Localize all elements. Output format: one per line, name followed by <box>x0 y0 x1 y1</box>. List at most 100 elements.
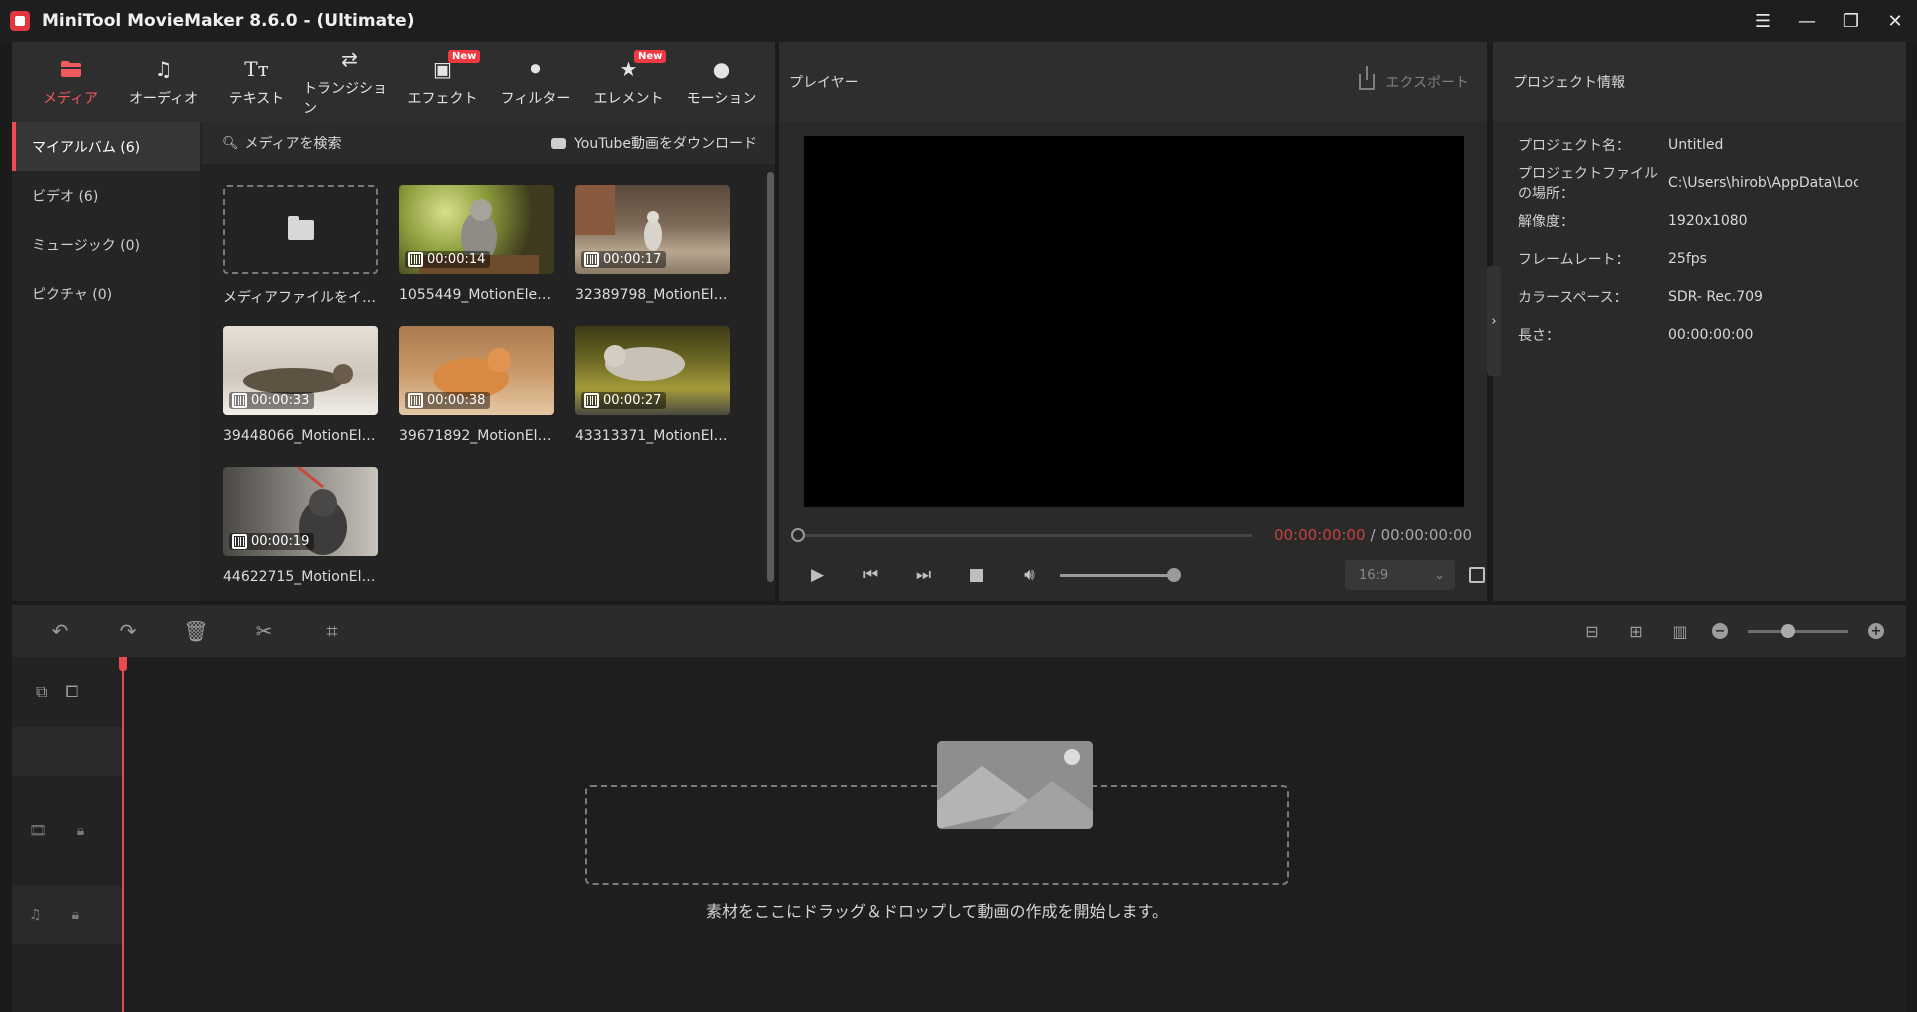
timeline-area[interactable]: ⧉ ⧠ 🎞︎ 🔒︎ ♫ 🔒︎ 素材をここにドラッグ＆ドロップして動画の作成を開始… <box>12 657 1906 1012</box>
info-value: 25fps <box>1668 251 1707 267</box>
toolbar-text[interactable]: Tт テキスト <box>210 42 303 122</box>
clip-duration: 00:00:33 <box>229 392 315 409</box>
toolbar-effect[interactable]: ▣ New エフェクト <box>396 42 489 122</box>
film-icon <box>232 534 247 549</box>
sidebar-item-music[interactable]: ミュージック (0) <box>12 220 200 269</box>
sidebar-item-video[interactable]: ビデオ (6) <box>12 171 200 220</box>
toolbar-audio[interactable]: ♫ オーディオ <box>117 42 210 122</box>
add-track-icon[interactable]: ⧉ <box>36 682 47 702</box>
media-clip[interactable]: 00:00:19 44622715_MotionEle... <box>223 467 378 585</box>
sidebar-item-picture[interactable]: ピクチャ (0) <box>12 269 200 318</box>
audio-track-header: ♫ 🔒︎ <box>12 886 122 944</box>
progress-slider[interactable] <box>791 527 1252 542</box>
import-box[interactable] <box>223 185 378 274</box>
collapse-panel-button[interactable]: › <box>1487 266 1501 376</box>
aspect-ratio-select[interactable]: 16:9 ⌄ <box>1345 560 1455 590</box>
film-icon <box>232 393 247 408</box>
maximize-icon[interactable]: ❐ <box>1829 0 1873 42</box>
video-track-header: 🎞︎ 🔒︎ <box>12 776 122 886</box>
close-icon[interactable]: ✕ <box>1873 0 1917 42</box>
video-preview[interactable] <box>804 136 1464 507</box>
minimize-icon[interactable]: — <box>1785 0 1829 42</box>
film-icon <box>584 252 599 267</box>
info-label: 解像度： <box>1518 214 1574 230</box>
split-icon[interactable]: ✂ <box>230 605 298 657</box>
clip-name: 1055449_MotionElem... <box>399 287 554 303</box>
playhead[interactable] <box>122 657 124 1012</box>
volume-icon[interactable]: 🔊︎ <box>1003 560 1056 590</box>
text-icon: Tт <box>244 57 269 81</box>
fit-timeline-icon[interactable]: ⊟ <box>1580 622 1604 641</box>
redo-icon[interactable]: ↷ <box>94 605 162 657</box>
media-clip[interactable]: 00:00:27 43313371_MotionEle... <box>575 326 730 444</box>
zoom-in-icon[interactable]: + <box>1868 623 1884 639</box>
toolbar-media[interactable]: メディア <box>24 42 117 122</box>
scroll-thumb[interactable] <box>767 172 774 582</box>
clip-thumbnail[interactable]: 00:00:14 <box>399 185 554 274</box>
clip-thumbnail[interactable]: 00:00:19 <box>223 467 378 556</box>
fullscreen-icon[interactable] <box>1469 567 1485 583</box>
zoom-out-icon[interactable]: − <box>1712 623 1728 639</box>
search-icon: 🔍︎ <box>222 135 239 151</box>
lock-icon[interactable]: 🔒︎ <box>77 823 84 839</box>
media-scrollbar[interactable] <box>765 164 775 601</box>
toolbar-filter[interactable]: ⚫ フィルター <box>489 42 582 122</box>
export-button[interactable]: エクスポート <box>1359 66 1469 92</box>
clip-thumbnail[interactable]: 00:00:17 <box>575 185 730 274</box>
clip-thumbnail[interactable]: 00:00:27 <box>575 326 730 415</box>
zoom-slider[interactable] <box>1748 623 1848 638</box>
info-row-resolution: 解像度： 1920x1080 <box>1493 202 1906 240</box>
drop-hint-text: 素材をここにドラッグ＆ドロップして動画の作成を開始します。 <box>706 902 1168 921</box>
lock-icon[interactable]: 🔒︎ <box>72 907 79 923</box>
toolbar-label: エフェクト <box>407 91 478 107</box>
next-frame-icon[interactable]: ⏭ <box>897 560 950 590</box>
clip-name: 39671892_MotionEle... <box>399 428 554 444</box>
duration-text: 00:00:38 <box>427 393 486 408</box>
volume-knob[interactable] <box>1167 567 1181 582</box>
music-note-icon: ♫ <box>154 57 173 81</box>
info-row-length: 長さ： 00:00:00:00 <box>1493 316 1906 354</box>
sidebar-item-my-album[interactable]: マイアルバム (6) <box>12 122 200 171</box>
previous-frame-icon[interactable]: ⏮ <box>844 560 897 590</box>
toolbar-transition[interactable]: ⇄ トランジション <box>303 42 396 122</box>
search-label: メディアを検索 <box>244 136 342 152</box>
magnet-icon[interactable]: ▥ <box>1668 622 1692 641</box>
info-label: 長さ： <box>1518 328 1560 344</box>
clip-duration: 00:00:14 <box>405 251 491 268</box>
import-media-tile[interactable]: メディアファイルをインポート <box>223 185 378 307</box>
toolbar-motion[interactable]: ● モーション <box>675 42 768 122</box>
media-clip[interactable]: 00:00:38 39671892_MotionEle... <box>399 326 554 444</box>
import-label: メディアファイルをインポート <box>223 290 378 306</box>
undo-icon[interactable]: ↶ <box>26 605 94 657</box>
info-row-colorspace: カラースペース： SDR- Rec.709 <box>1493 278 1906 316</box>
media-clip[interactable]: 00:00:14 1055449_MotionElem... <box>399 185 554 303</box>
clip-thumbnail[interactable]: 00:00:33 <box>223 326 378 415</box>
youtube-icon <box>551 137 567 149</box>
stop-icon[interactable]: ■ <box>950 560 1003 590</box>
media-panel: メディア ♫ オーディオ Tт テキスト ⇄ トランジション ▣ New エフェ… <box>12 42 775 601</box>
delete-icon[interactable]: 🗑︎ <box>162 605 230 657</box>
media-clip[interactable]: 00:00:17 32389798_MotionEle... <box>575 185 730 303</box>
remove-track-icon[interactable]: ⧠ <box>65 682 78 702</box>
snap-icon[interactable]: ⊞ <box>1624 622 1648 641</box>
toolbar-label: オーディオ <box>128 91 199 107</box>
zoom-knob[interactable] <box>1781 623 1795 638</box>
youtube-download-button[interactable]: YouTube動画をダウンロード <box>551 133 757 153</box>
toolbar-label: トランジション <box>303 81 387 117</box>
total-time: 00:00:00:00 <box>1380 526 1473 544</box>
volume-slider[interactable] <box>1060 567 1181 582</box>
playhead-handle[interactable] <box>119 657 127 671</box>
clip-thumbnail[interactable]: 00:00:38 <box>399 326 554 415</box>
media-search-row: 🔍︎ メディアを検索 YouTube動画をダウンロード <box>202 122 775 164</box>
toolbar-element[interactable]: ★ New エレメント <box>582 42 675 122</box>
project-info-title: プロジェクト情報 <box>1493 42 1906 122</box>
media-search[interactable]: 🔍︎ メディアを検索 <box>222 133 342 153</box>
crop-icon[interactable]: ⌗ <box>298 605 366 657</box>
duration-text: 00:00:27 <box>603 393 662 408</box>
info-value: Untitled <box>1668 137 1724 153</box>
transition-icon: ⇄ <box>341 47 358 71</box>
progress-knob[interactable] <box>791 527 805 542</box>
menu-icon[interactable]: ☰ <box>1741 0 1785 42</box>
play-icon[interactable]: ▶ <box>791 560 844 590</box>
media-clip[interactable]: 00:00:33 39448066_MotionEle... <box>223 326 378 444</box>
